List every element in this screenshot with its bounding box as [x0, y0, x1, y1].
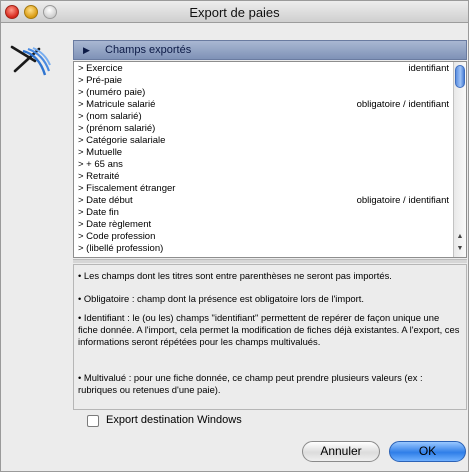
- list-item[interactable]: > Catégorie salariale: [74, 135, 455, 147]
- list-item[interactable]: > + 65 ans: [74, 159, 455, 171]
- field-name: > Date début: [78, 195, 133, 206]
- list-item[interactable]: > Retraité: [74, 171, 455, 183]
- note-obligatoire: • Obligatoire : champ dont la présence e…: [78, 293, 364, 304]
- exported-fields-header[interactable]: ▶ Champs exportés: [73, 40, 467, 60]
- note-identifiant: • Identifiant : le (ou les) champs "iden…: [78, 312, 460, 347]
- field-name: > Fiscalement étranger: [78, 183, 176, 194]
- list-vertical-scrollbar[interactable]: ▲ ▼: [453, 62, 466, 257]
- field-name: > Pré-paie: [78, 75, 123, 86]
- list-item[interactable]: > (nom salarié): [74, 111, 455, 123]
- ok-button[interactable]: OK: [389, 441, 466, 462]
- list-item[interactable]: > Exercice identifiant: [74, 63, 455, 75]
- list-item[interactable]: > Date règlement: [74, 219, 455, 231]
- field-name: > Catégorie salariale: [78, 135, 166, 146]
- field-name: > Exercice: [78, 63, 123, 74]
- export-dialog-window: Export de paies ▶ Champs exportés > Exer…: [0, 0, 469, 472]
- exported-fields-rows: > Exercice identifiant > Pré-paie > (numéro…: [74, 63, 455, 256]
- title-bar[interactable]: Export de paies: [1, 1, 468, 23]
- field-name: > Date fin: [78, 207, 119, 218]
- field-name: > (libellé profession): [78, 243, 164, 254]
- field-status: obligatoire / identifiant: [356, 99, 449, 110]
- note-parentheses: • Les champs dont les titres sont entre …: [78, 270, 392, 281]
- field-name: > Mutuelle: [78, 147, 123, 158]
- list-item[interactable]: > Date début obligatoire / identifiant: [74, 195, 455, 207]
- field-name: > Date règlement: [78, 219, 152, 230]
- field-name: > Code profession: [78, 231, 156, 242]
- field-status: obligatoire / identifiant: [356, 195, 449, 206]
- scroll-up-arrow-icon[interactable]: ▲: [455, 232, 465, 242]
- list-item[interactable]: > Matricule salarié obligatoire / identif…: [74, 99, 455, 111]
- field-name: > Matricule salarié: [78, 99, 156, 110]
- scroll-down-arrow-icon[interactable]: ▼: [455, 244, 465, 254]
- exported-fields-list[interactable]: > Exercice identifiant > Pré-paie > (numéro…: [73, 61, 467, 258]
- window-title: Export de paies: [189, 5, 280, 20]
- splitter-divider[interactable]: [73, 259, 467, 263]
- list-item[interactable]: > Mutuelle: [74, 147, 455, 159]
- note-multivalue: • Multivalué : pour une fiche donnée, ce…: [78, 372, 423, 395]
- list-item[interactable]: > Date fin: [74, 207, 455, 219]
- section-header-label: Champs exportés: [105, 44, 192, 56]
- field-name: > (prénom salarié): [78, 123, 156, 134]
- help-notes-panel: • Les champs dont les titres sont entre …: [73, 264, 467, 410]
- field-name: > (numéro paie): [78, 87, 146, 98]
- list-item[interactable]: > (libellé profession): [74, 243, 455, 255]
- list-item[interactable]: > Fiscalement étranger: [74, 183, 455, 195]
- export-windows-checkbox[interactable]: [87, 415, 99, 427]
- field-name: > (nom salarié): [78, 111, 142, 122]
- cancel-button[interactable]: Annuler: [302, 441, 380, 462]
- app-logo-icon: [10, 45, 51, 76]
- disclosure-triangle-icon[interactable]: ▶: [83, 45, 90, 56]
- field-name: > + 65 ans: [78, 159, 123, 170]
- field-name: > Retraité: [78, 171, 120, 182]
- list-item[interactable]: > Code profession: [74, 231, 455, 243]
- scrollbar-thumb[interactable]: [455, 65, 465, 88]
- list-item[interactable]: > (numéro paie): [74, 87, 455, 99]
- list-item[interactable]: > (prénom salarié): [74, 123, 455, 135]
- export-windows-label[interactable]: Export destination Windows: [106, 414, 242, 426]
- list-item[interactable]: > Pré-paie: [74, 75, 455, 87]
- field-status: identifiant: [408, 63, 449, 74]
